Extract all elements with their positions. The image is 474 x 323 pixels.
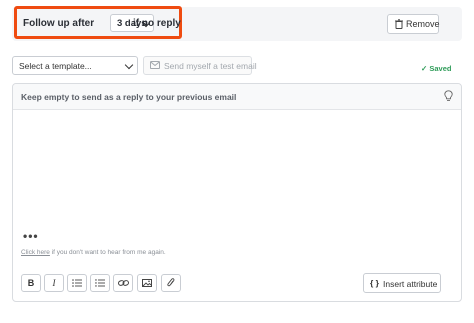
- saved-status: ✓ Saved: [421, 64, 452, 73]
- insert-attribute-button[interactable]: { } Insert attribute: [363, 273, 441, 293]
- bulleted-list-icon: [72, 279, 82, 287]
- template-select[interactable]: Select a template...: [12, 56, 138, 75]
- subject-placeholder: Keep empty to send as a reply to your pr…: [21, 92, 237, 102]
- unsubscribe-link[interactable]: Click here: [21, 249, 50, 256]
- remove-button[interactable]: Remove: [387, 14, 440, 34]
- attachment-button[interactable]: [161, 274, 181, 292]
- numbered-list-button[interactable]: [90, 274, 110, 292]
- trash-icon: [395, 19, 403, 31]
- template-select-value: Select a template...: [19, 61, 92, 71]
- link-button[interactable]: [113, 274, 133, 292]
- send-test-email-button[interactable]: Send myself a test email: [143, 56, 257, 75]
- send-test-email-label: Send myself a test email: [164, 61, 257, 71]
- subject-field[interactable]: Keep empty to send as a reply to your pr…: [13, 84, 461, 110]
- braces-icon: { }: [370, 278, 379, 288]
- email-editor: Keep empty to send as a reply to your pr…: [12, 83, 462, 302]
- bold-button[interactable]: B: [21, 274, 41, 292]
- lightbulb-icon[interactable]: [444, 89, 453, 107]
- link-icon: [117, 280, 129, 286]
- followup-delay-group: Follow up after 3 days if no reply: [14, 6, 182, 39]
- image-icon: [142, 279, 152, 287]
- bulleted-list-button[interactable]: [67, 274, 87, 292]
- unsubscribe-text: if you don't want to hear from me again.: [49, 249, 166, 256]
- numbered-list-icon: [95, 279, 105, 287]
- image-button[interactable]: [137, 274, 157, 292]
- remove-button-label: Remove: [406, 19, 440, 29]
- collapsed-content-dots[interactable]: •••: [23, 229, 39, 243]
- italic-button[interactable]: I: [44, 274, 64, 292]
- followup-prefix-label: Follow up after: [23, 18, 95, 29]
- insert-attribute-label: Insert attribute: [383, 279, 438, 289]
- paperclip-icon: [167, 278, 175, 287]
- envelope-icon: [150, 61, 160, 71]
- chevron-down-icon: [124, 60, 134, 70]
- italic-icon: I: [52, 278, 56, 288]
- unsubscribe-line: Click here if you don't want to hear fro…: [21, 249, 166, 256]
- followup-suffix-label: if no reply: [133, 18, 181, 29]
- bold-icon: B: [27, 278, 35, 288]
